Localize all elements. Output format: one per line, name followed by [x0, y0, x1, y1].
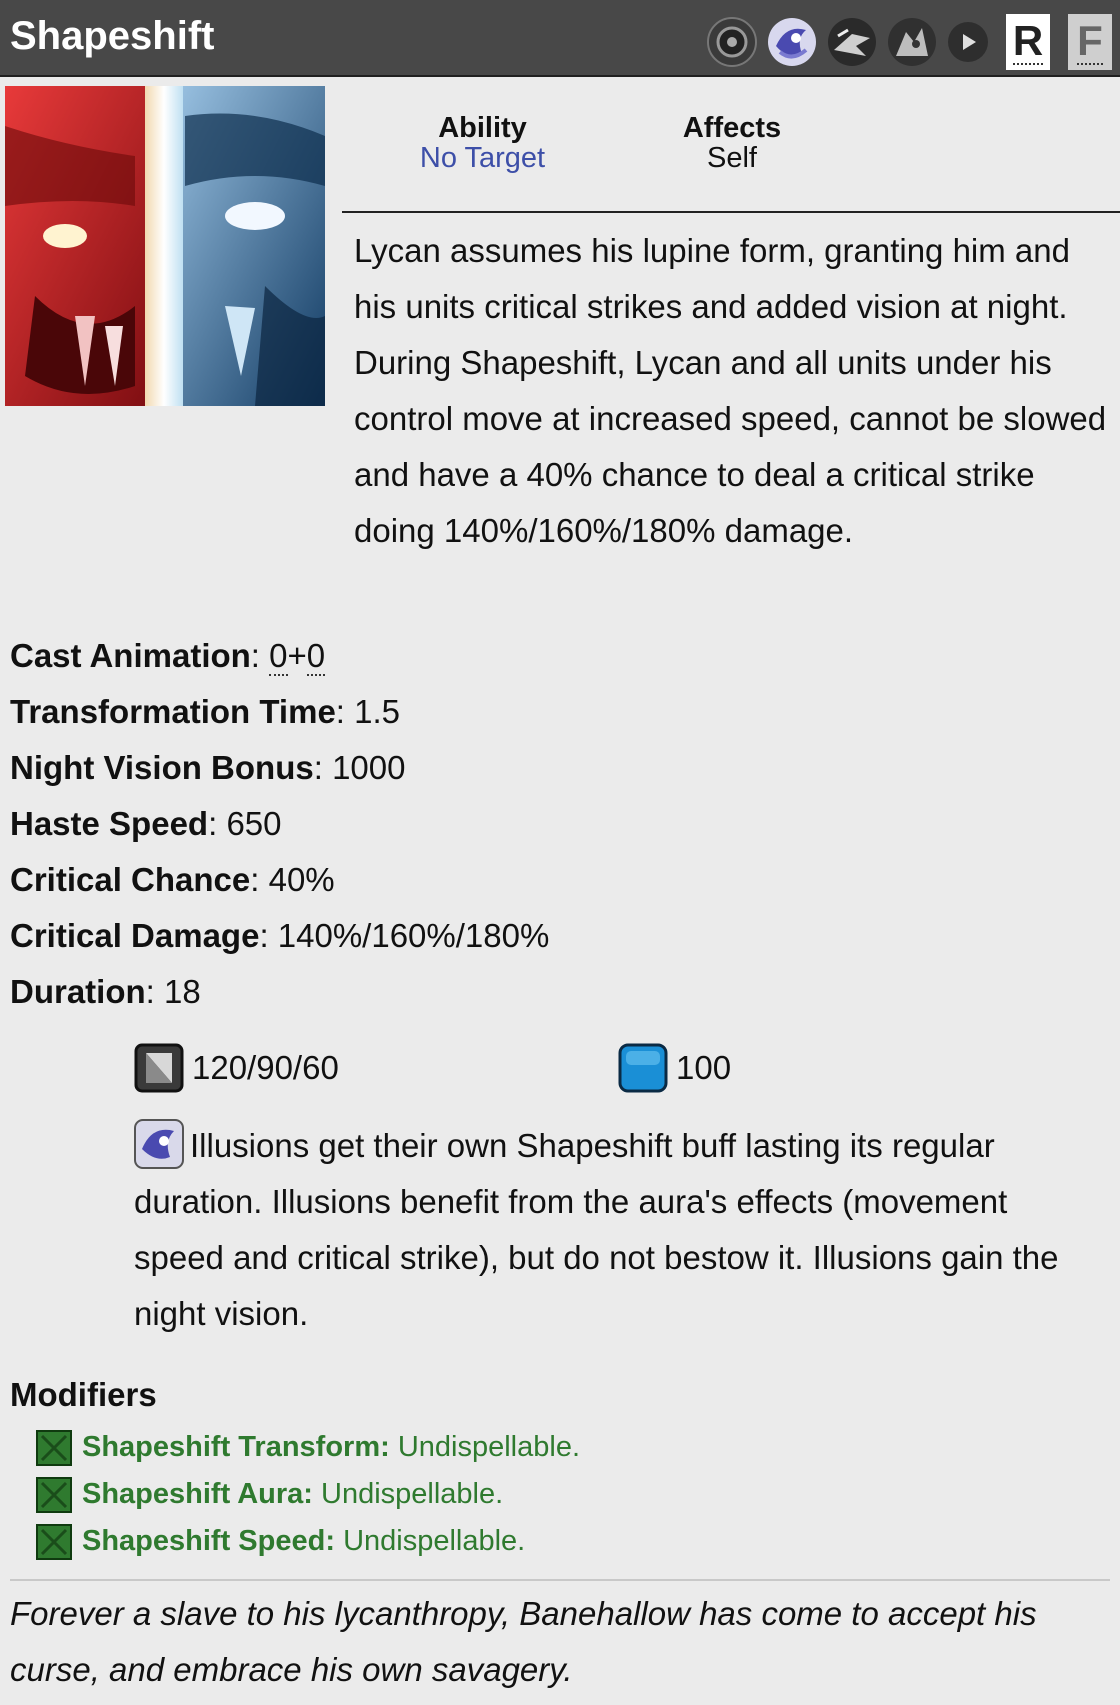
cast-point[interactable]: 0	[269, 637, 288, 676]
play-icon[interactable]	[948, 22, 988, 62]
talent-icon-1[interactable]	[826, 16, 878, 68]
ability-title: Shapeshift	[10, 14, 215, 58]
stat-value: 1000	[332, 749, 406, 786]
stat-haste-speed: Haste Speed: 650	[10, 805, 282, 842]
ability-type-label: Ability	[438, 112, 527, 144]
stat-value: 1.5	[354, 693, 401, 730]
stat-label: Cast Animation	[10, 637, 251, 674]
modifiers-list: Shapeshift Transform: Undispellable. Sha…	[36, 1424, 580, 1565]
mana-icon	[618, 1043, 668, 1093]
stat-value: 40%	[268, 861, 335, 898]
modifier-name: Shapeshift Aura:	[82, 1478, 313, 1510]
cooldown-value: 120/90/60	[192, 1049, 339, 1086]
mana-cost: 100	[618, 1040, 731, 1096]
stat-value: 18	[164, 973, 201, 1010]
modifier-buff-icon	[36, 1476, 72, 1513]
cast-backswing[interactable]: 0	[306, 637, 326, 676]
modifiers-title: Modifiers	[10, 1376, 157, 1413]
modifier-value: Undispellable.	[321, 1478, 504, 1510]
modifier-value: Undispellable.	[397, 1431, 581, 1463]
legacy-key-badge: F	[1068, 14, 1112, 70]
ability-stats: Cast Animation: 0+0 Transformation Time:…	[10, 628, 549, 1020]
affects-value: Self	[707, 142, 757, 174]
modifier-item: Shapeshift Speed: Undispellable.	[36, 1518, 580, 1565]
talent-icon-2[interactable]	[886, 16, 938, 68]
modifier-buff-icon	[36, 1429, 72, 1466]
lore-divider	[10, 1579, 1110, 1581]
mana-value: 100	[676, 1049, 732, 1086]
illusion-note: Illusions get their own Shapeshift buff …	[134, 1118, 1084, 1342]
lore-text: Forever a slave to his lycanthropy, Bane…	[10, 1595, 1037, 1688]
affects-label: Affects	[682, 112, 782, 144]
stat-label: Duration	[10, 973, 146, 1010]
stat-critical-chance: Critical Chance: 40%	[10, 861, 335, 898]
modifier-value: Undispellable.	[343, 1525, 526, 1557]
info-divider	[342, 211, 1120, 213]
stat-critical-damage: Critical Damage: 140%/160%/180%	[10, 917, 550, 954]
ability-header: Shapeshift R F	[0, 0, 1120, 77]
header-icons: R F	[706, 14, 1112, 70]
affects-info: Affects Self	[672, 113, 792, 173]
illusion-note-text: Illusions get their own Shapeshift buff …	[134, 1127, 1059, 1332]
illusion-icon[interactable]	[766, 16, 818, 68]
stat-cast-animation: Cast Animation: 0+0	[10, 637, 326, 676]
modifier-name: Shapeshift Speed:	[82, 1525, 335, 1557]
stat-duration: Duration: 18	[10, 973, 201, 1010]
ability-portrait-icon	[5, 86, 325, 406]
stat-value: 140%/160%/180%	[277, 917, 550, 954]
legacy-key-text: F	[1077, 17, 1103, 65]
stat-transformation-time: Transformation Time: 1.5	[10, 693, 401, 730]
hotkey-badge: R	[1006, 14, 1050, 70]
cooldown-icon	[134, 1043, 184, 1093]
stat-label: Night Vision Bonus	[10, 749, 314, 786]
stat-night-vision: Night Vision Bonus: 1000	[10, 749, 406, 786]
stat-label: Critical Chance	[10, 861, 251, 898]
ability-description: Lycan assumes his lupine form, granting …	[354, 232, 1107, 549]
stat-label: Critical Damage	[10, 917, 260, 954]
modifier-item: Shapeshift Transform: Undispellable.	[36, 1424, 580, 1471]
stat-value: 650	[226, 805, 282, 842]
scepter-icon[interactable]	[706, 16, 758, 68]
hotkey-text: R	[1012, 17, 1044, 65]
modifier-name: Shapeshift Transform:	[82, 1431, 390, 1463]
stat-label: Haste Speed	[10, 805, 209, 842]
stat-label: Transformation Time	[10, 693, 336, 730]
modifier-item: Shapeshift Aura: Undispellable.	[36, 1471, 580, 1518]
cooldown: 120/90/60	[134, 1040, 339, 1096]
illusion-icon	[134, 1119, 184, 1169]
ability-type: Ability No Target	[415, 113, 550, 173]
modifier-buff-icon	[36, 1523, 72, 1560]
ability-type-link[interactable]: No Target	[415, 143, 550, 173]
